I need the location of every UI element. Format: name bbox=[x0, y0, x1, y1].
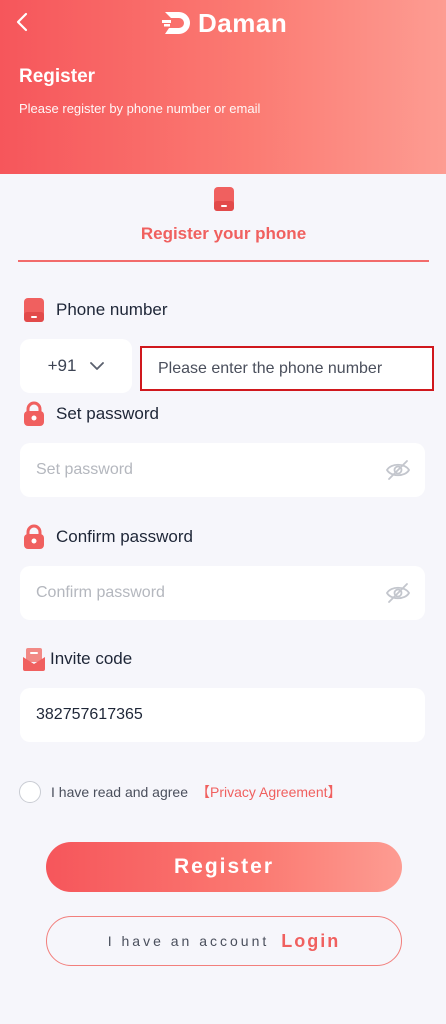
login-button[interactable]: I have an account Login bbox=[46, 916, 402, 966]
tab-label: Register your phone bbox=[140, 224, 307, 243]
phone-label: Phone number bbox=[22, 297, 168, 323]
confirm-password-input[interactable] bbox=[20, 566, 425, 620]
confirm-password-field[interactable] bbox=[20, 566, 425, 620]
back-button[interactable] bbox=[10, 10, 34, 34]
page-title: Register bbox=[19, 66, 96, 87]
privacy-agreement-link[interactable]: 【Privacy Agreement】 bbox=[196, 782, 342, 802]
phone-label-text: Phone number bbox=[56, 300, 168, 319]
tab-register-phone[interactable]: Register your phone bbox=[18, 184, 429, 262]
phone-icon bbox=[213, 187, 234, 211]
chevron-down-icon bbox=[90, 361, 105, 370]
chevron-left-icon bbox=[16, 12, 28, 32]
phone-input[interactable] bbox=[140, 346, 434, 391]
invite-code-input[interactable] bbox=[20, 688, 425, 742]
lock-icon bbox=[22, 524, 46, 550]
invite-code-label: Invite code bbox=[22, 646, 132, 672]
invite-code-label-text: Invite code bbox=[50, 649, 133, 668]
confirm-password-label-text: Confirm password bbox=[56, 527, 193, 546]
agreement-text: I have read and agree bbox=[51, 784, 188, 800]
password-label: Set password bbox=[22, 401, 159, 427]
page-subtitle: Please register by phone number or email bbox=[19, 101, 261, 116]
country-code-value: +91 bbox=[47, 356, 77, 375]
agreement-row: I have read and agree 【Privacy Agreement… bbox=[19, 781, 342, 803]
confirm-password-label: Confirm password bbox=[22, 524, 193, 550]
have-account-text: I have an account bbox=[107, 933, 270, 949]
password-label-text: Set password bbox=[56, 404, 159, 423]
eye-slash-icon[interactable] bbox=[385, 458, 411, 482]
invite-code-field[interactable] bbox=[20, 688, 425, 742]
register-button[interactable]: Register bbox=[46, 842, 402, 892]
header: Daman Register Please register by phone … bbox=[0, 0, 446, 174]
logo-text: Daman bbox=[198, 7, 288, 38]
password-input[interactable] bbox=[20, 443, 425, 497]
password-field[interactable] bbox=[20, 443, 425, 497]
lock-icon bbox=[22, 401, 46, 427]
phone-icon bbox=[22, 297, 46, 323]
brand-logo: Daman bbox=[162, 8, 287, 38]
invite-card-icon bbox=[22, 646, 46, 672]
eye-slash-icon[interactable] bbox=[385, 581, 411, 605]
login-text: Login bbox=[281, 930, 341, 951]
daman-logo-icon bbox=[162, 12, 190, 34]
country-code-select[interactable]: +91 bbox=[20, 339, 132, 393]
agreement-checkbox[interactable] bbox=[19, 781, 41, 803]
